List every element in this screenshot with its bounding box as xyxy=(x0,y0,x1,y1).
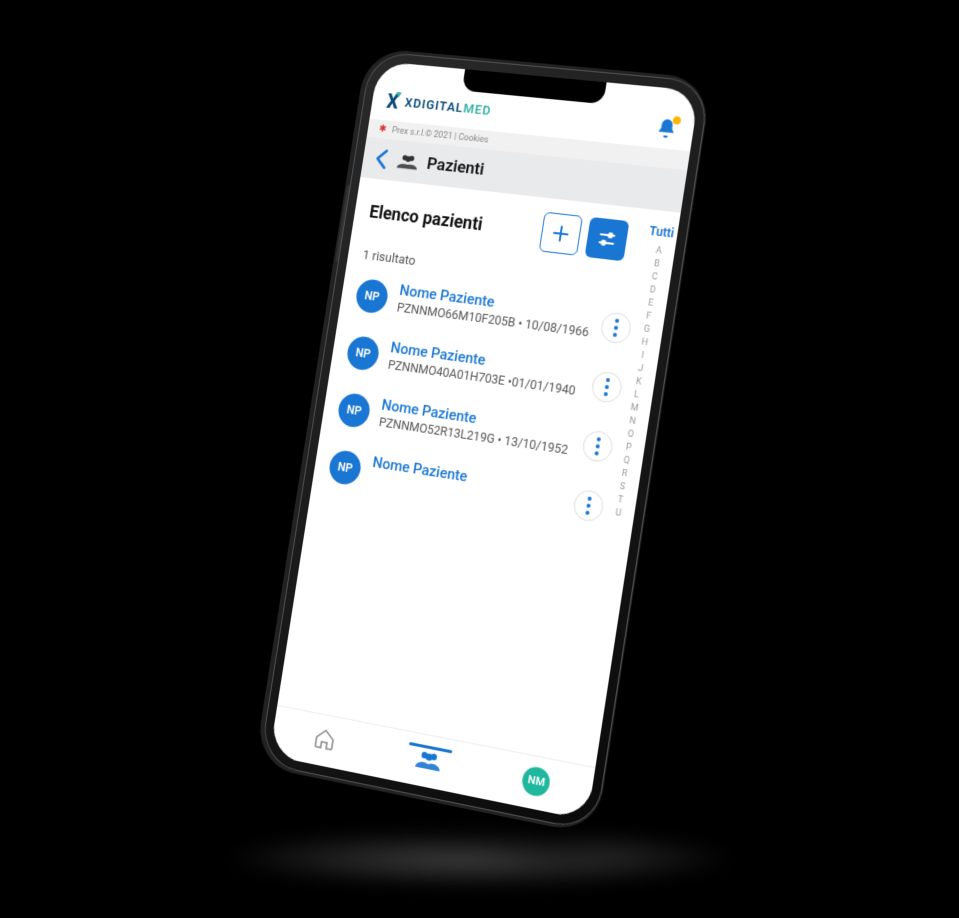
patient-menu-button[interactable] xyxy=(590,370,624,404)
main-content: Elenco pazienti 1 risultato NPNome Pazie… xyxy=(277,177,680,767)
patient-list: NPNome PazientePZNNMO66M10F205B • 10/08/… xyxy=(327,276,635,525)
patient-menu-button[interactable] xyxy=(572,488,606,523)
notifications-button[interactable] xyxy=(654,116,679,140)
alpha-letter[interactable]: I xyxy=(641,351,645,361)
asterisk-icon: ✱ xyxy=(378,124,387,135)
alpha-letter[interactable]: E xyxy=(647,298,654,309)
alpha-letter[interactable]: T xyxy=(617,495,624,506)
brand-text-suf: MED xyxy=(462,101,492,118)
patient-menu-button[interactable] xyxy=(599,311,633,345)
filter-button[interactable] xyxy=(585,217,630,261)
alpha-letter[interactable]: M xyxy=(630,403,639,414)
notification-dot-icon xyxy=(672,116,681,125)
avatar: NP xyxy=(336,391,372,428)
alpha-letter[interactable]: O xyxy=(627,429,635,440)
alpha-letter[interactable]: S xyxy=(619,482,626,493)
chevron-left-icon xyxy=(373,148,391,171)
app-logo[interactable]: X XDIGITALMED xyxy=(385,89,493,123)
alpha-letter[interactable]: J xyxy=(637,364,643,375)
alpha-letter[interactable]: U xyxy=(615,508,622,519)
app-screen: X XDIGITALMED ✱ Prex s.r.l.© 2021 | Cook… xyxy=(269,61,699,820)
alpha-index[interactable]: Tutti ABCDEFGHIJKLMNOPQRSTU xyxy=(570,210,681,767)
alpha-letter[interactable]: Q xyxy=(623,455,631,466)
add-patient-button[interactable] xyxy=(539,212,583,256)
brand-text-pre: XDIGITAL xyxy=(404,95,465,115)
active-tab-indicator xyxy=(409,741,452,752)
logo-x-icon: X xyxy=(385,89,401,113)
alpha-letter[interactable]: N xyxy=(629,416,637,427)
alpha-letter[interactable]: L xyxy=(633,390,639,401)
bell-icon xyxy=(654,116,679,140)
bottom-tab-bar: NM xyxy=(269,705,595,820)
phone-mockup: X XDIGITALMED ✱ Prex s.r.l.© 2021 | Cook… xyxy=(259,51,711,833)
avatar: NM xyxy=(521,764,552,798)
tab-profile[interactable]: NM xyxy=(515,763,558,799)
alpha-letter[interactable]: R xyxy=(621,469,628,480)
alpha-letter[interactable]: P xyxy=(625,442,632,453)
alpha-letter[interactable]: B xyxy=(653,259,660,270)
alpha-letter[interactable]: D xyxy=(649,285,656,296)
patient-row[interactable]: NPNome PazientePZNNMO66M10F205B • 10/08/… xyxy=(354,276,636,348)
tab-home[interactable] xyxy=(305,723,345,754)
back-button[interactable] xyxy=(373,148,391,171)
list-title: Elenco pazienti xyxy=(368,201,484,235)
tab-patients[interactable] xyxy=(409,746,449,773)
avatar: NP xyxy=(327,448,363,486)
device-shadow xyxy=(220,828,740,888)
alpha-letter[interactable]: C xyxy=(651,272,658,283)
alpha-letter[interactable]: K xyxy=(635,377,642,388)
page-title: Pazienti xyxy=(425,154,485,180)
alpha-letter[interactable]: G xyxy=(643,324,651,335)
alpha-letter[interactable]: A xyxy=(655,246,662,257)
plus-icon xyxy=(550,223,572,245)
people-icon xyxy=(414,747,443,772)
alpha-letter[interactable]: F xyxy=(645,311,651,322)
avatar: NP xyxy=(345,335,381,372)
patient-menu-button[interactable] xyxy=(581,429,615,463)
avatar: NP xyxy=(354,278,390,315)
home-icon xyxy=(312,725,337,753)
alpha-all[interactable]: Tutti xyxy=(648,224,675,241)
alpha-letter[interactable]: H xyxy=(641,337,649,348)
sliders-icon xyxy=(596,228,618,250)
patient-row[interactable]: NPNome Paziente xyxy=(327,446,608,525)
patient-name: Nome Paziente xyxy=(372,453,570,501)
people-icon xyxy=(397,153,419,171)
